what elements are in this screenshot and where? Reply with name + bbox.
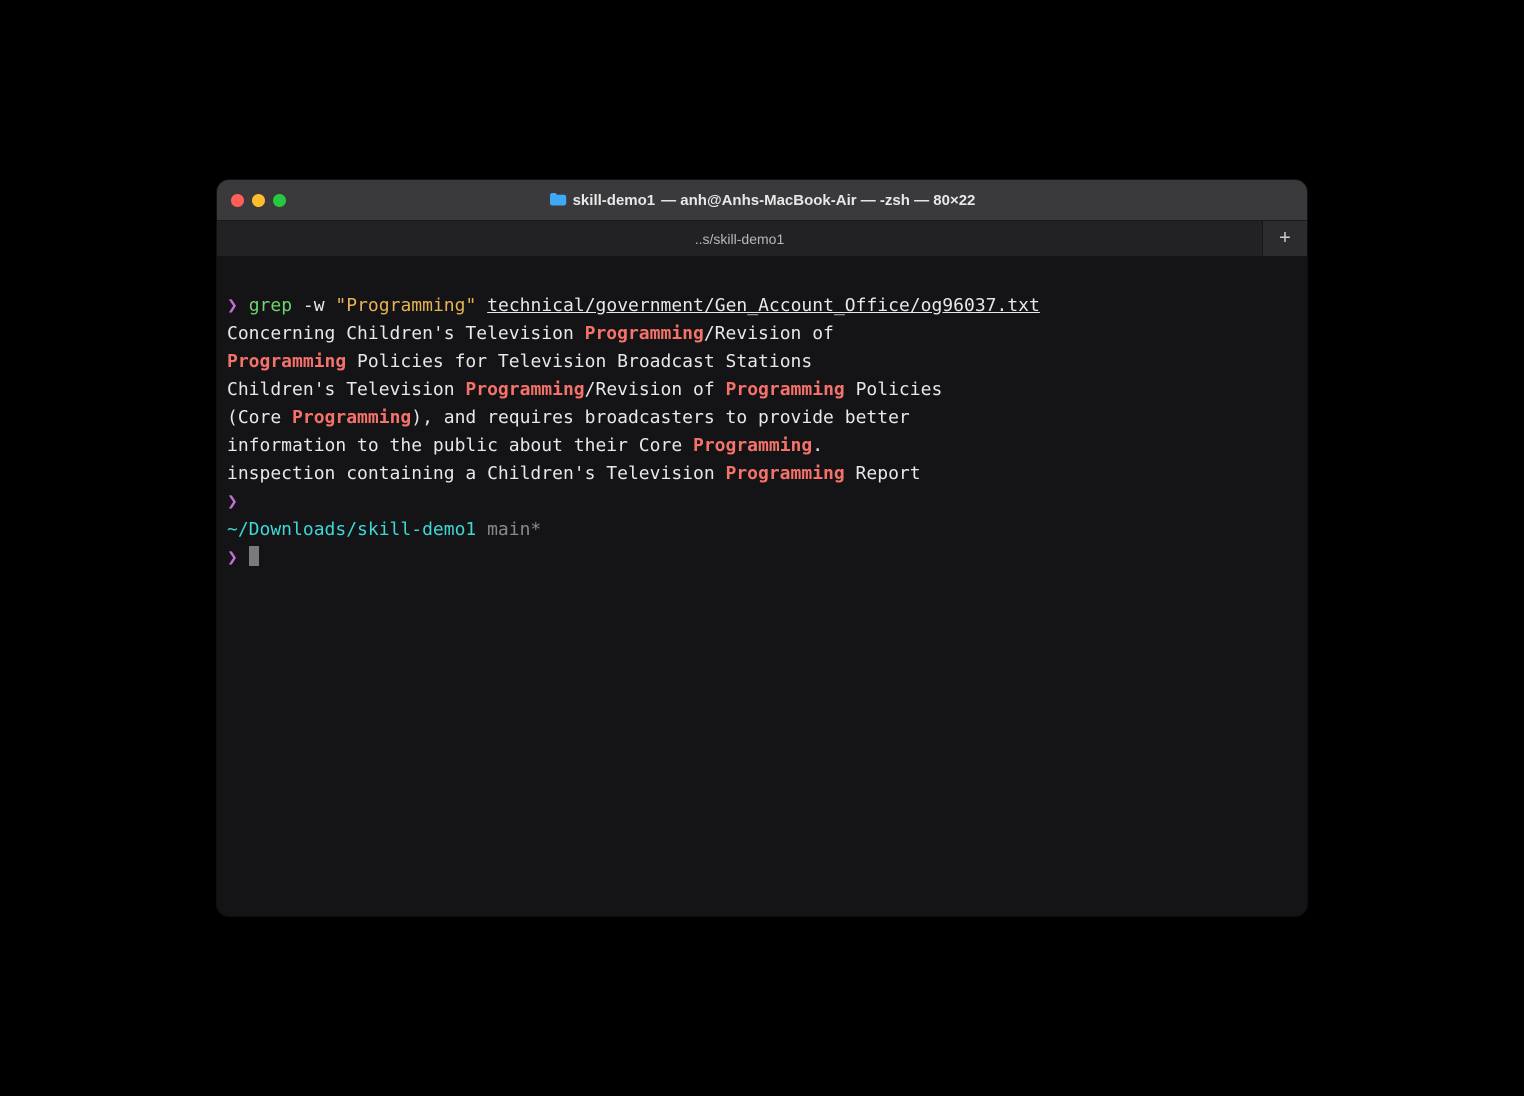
grep-match: Programming (693, 435, 812, 456)
output-text: inspection containing a Children's Telev… (227, 463, 726, 484)
output-text: (Core (227, 407, 292, 428)
grep-match: Programming (292, 407, 411, 428)
output-text: /Revision of (704, 323, 834, 344)
output-text: /Revision of (585, 379, 726, 400)
plus-icon: + (1279, 227, 1291, 250)
command-string-arg: "Programming" (335, 295, 476, 316)
new-tab-button[interactable]: + (1263, 221, 1307, 256)
git-branch: main* (476, 519, 541, 540)
prompt-symbol: ❯ (227, 491, 238, 512)
output-text: Policies (845, 379, 943, 400)
terminal-body[interactable]: ❯ grep -w "Programming" technical/govern… (217, 256, 1307, 916)
zoom-icon[interactable] (273, 194, 286, 207)
window-controls (231, 194, 286, 207)
output-text: Concerning Children's Television (227, 323, 585, 344)
minimize-icon[interactable] (252, 194, 265, 207)
tab-bar: ..s/skill-demo1 + (217, 220, 1307, 256)
command-flag: -w (303, 295, 325, 316)
tab-label: ..s/skill-demo1 (695, 231, 784, 247)
output-text: Report (845, 463, 921, 484)
terminal-window: skill-demo1 — anh@Anhs-MacBook-Air — -zs… (217, 180, 1307, 916)
title-rest: — anh@Anhs-MacBook-Air — -zsh — 80×22 (661, 192, 975, 209)
title-folder: skill-demo1 (573, 192, 656, 209)
window-title: skill-demo1 — anh@Anhs-MacBook-Air — -zs… (217, 192, 1307, 209)
command-name: grep (249, 295, 292, 316)
cursor (249, 546, 259, 566)
output-text: Policies for Television Broadcast Statio… (346, 351, 812, 372)
cwd-path: ~/Downloads/skill-demo1 (227, 519, 476, 540)
grep-match: Programming (585, 323, 704, 344)
tab-current[interactable]: ..s/skill-demo1 (217, 221, 1263, 256)
output-text: Children's Television (227, 379, 465, 400)
prompt-symbol: ❯ (227, 547, 238, 568)
grep-match: Programming (726, 379, 845, 400)
grep-match: Programming (465, 379, 584, 400)
titlebar[interactable]: skill-demo1 — anh@Anhs-MacBook-Air — -zs… (217, 180, 1307, 220)
close-icon[interactable] (231, 194, 244, 207)
command-path-arg: technical/government/Gen_Account_Office/… (487, 295, 1040, 316)
grep-match: Programming (726, 463, 845, 484)
folder-icon (549, 192, 567, 206)
output-text: information to the public about their Co… (227, 435, 693, 456)
output-text: . (812, 435, 823, 456)
grep-match: Programming (227, 351, 346, 372)
prompt-symbol: ❯ (227, 295, 238, 316)
output-text: ), and requires broadcasters to provide … (411, 407, 910, 428)
